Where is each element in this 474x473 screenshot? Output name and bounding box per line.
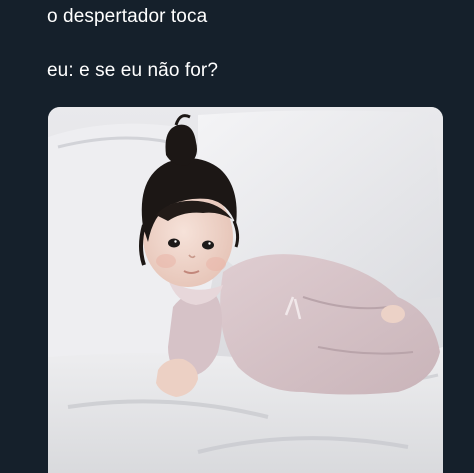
- tweet-text-line-2: eu: e se eu não for?: [47, 60, 219, 81]
- tweet-photo[interactable]: [48, 107, 443, 473]
- baby-foot: [381, 305, 405, 323]
- baby-left-eye: [168, 238, 180, 248]
- tweet-text-line-1: o despertador toca: [47, 6, 208, 27]
- tweet-post: o despertador toca eu: e se eu não for?: [0, 0, 474, 473]
- baby-in-bed-photo: [48, 107, 443, 473]
- baby-topknot: [165, 124, 197, 166]
- baby-right-eye: [202, 240, 214, 250]
